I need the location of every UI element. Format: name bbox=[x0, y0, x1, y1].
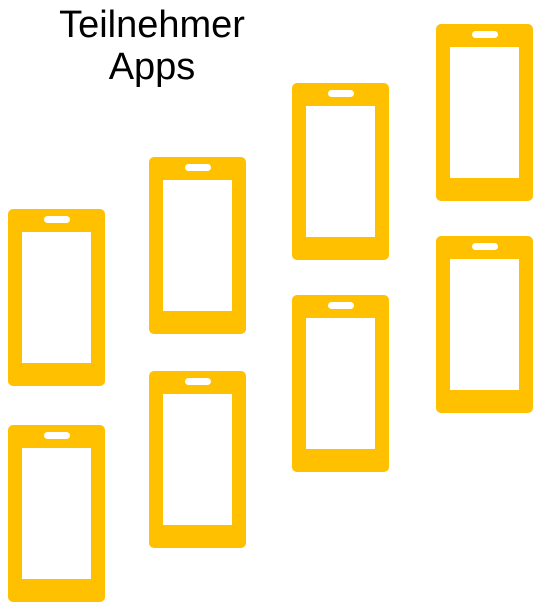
speaker-slot bbox=[184, 164, 211, 171]
participant-apps-diagram: Teilnehmer Apps bbox=[0, 0, 537, 604]
phone-screen bbox=[306, 106, 375, 237]
phone-screen bbox=[163, 394, 232, 525]
speaker-slot bbox=[327, 302, 354, 309]
smartphone-icon bbox=[8, 425, 105, 602]
smartphone-icon bbox=[8, 209, 105, 386]
smartphone-icon bbox=[436, 24, 533, 201]
speaker-slot bbox=[184, 378, 211, 385]
speaker-slot bbox=[43, 432, 70, 439]
title-line-1: Teilnehmer bbox=[59, 4, 245, 46]
phone-screen bbox=[450, 47, 519, 178]
speaker-slot bbox=[43, 216, 70, 223]
phone-screen bbox=[22, 448, 91, 579]
smartphone-icon bbox=[149, 371, 246, 548]
diagram-title: Teilnehmer Apps bbox=[20, 4, 284, 88]
phone-screen bbox=[450, 259, 519, 390]
smartphone-icon bbox=[149, 157, 246, 334]
phone-screen bbox=[22, 232, 91, 363]
title-line-2: Apps bbox=[108, 46, 196, 88]
phone-screen bbox=[163, 180, 232, 311]
speaker-slot bbox=[327, 90, 354, 97]
speaker-slot bbox=[471, 31, 498, 38]
speaker-slot bbox=[471, 243, 498, 250]
smartphone-icon bbox=[436, 236, 533, 413]
smartphone-icon bbox=[292, 295, 389, 472]
phone-screen bbox=[306, 318, 375, 449]
smartphone-icon bbox=[292, 83, 389, 260]
